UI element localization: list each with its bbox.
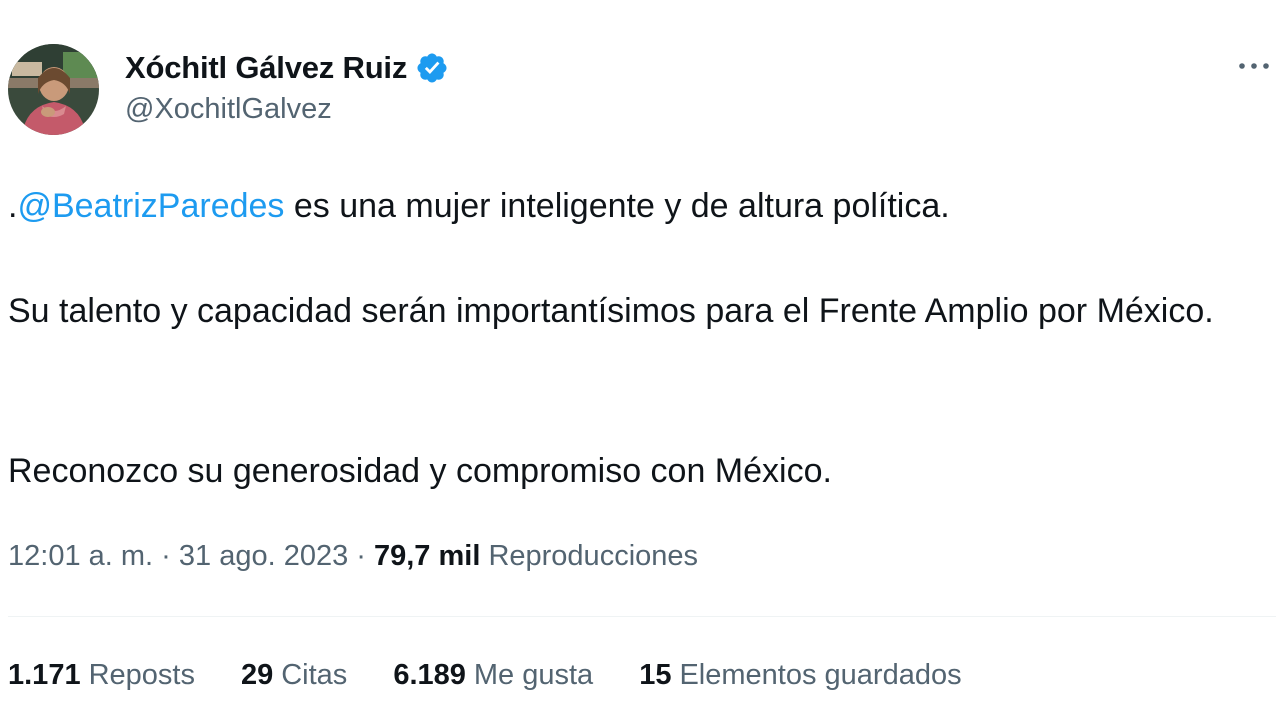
divider <box>8 616 1276 617</box>
quotes-label: Citas <box>281 659 348 691</box>
verified-badge-icon[interactable] <box>415 51 449 85</box>
tweet-paragraph-3: Reconozco su generosidad y compromiso co… <box>8 452 832 490</box>
tweet-line1-text: es una mujer inteligente y de altura pol… <box>284 187 950 225</box>
more-options-icon <box>1239 63 1269 69</box>
mention-link[interactable]: @BeatrizParedes <box>17 187 284 225</box>
bookmarks-stat[interactable]: 15 Elementos guardados <box>639 655 961 695</box>
likes-label: Me gusta <box>473 659 594 691</box>
meta-separator: · <box>348 540 374 572</box>
reposts-stat[interactable]: 1.171 Reposts <box>8 655 195 695</box>
quotes-stat[interactable]: 29 Citas <box>241 655 347 695</box>
tweet-paragraph-1: .@BeatrizParedes es una mujer inteligent… <box>8 180 950 233</box>
author-avatar[interactable] <box>8 44 99 135</box>
author-name-row: Xóchitl Gálvez Ruiz <box>125 48 449 88</box>
bookmarks-label: Elementos guardados <box>679 659 962 691</box>
bookmarks-count: 15 <box>639 659 672 691</box>
tweet-paragraph-2: Su talento y capacidad serán importantís… <box>8 292 1214 330</box>
quotes-count: 29 <box>240 659 274 691</box>
reposts-label: Reposts <box>88 659 195 691</box>
tweet-meta: 12:01 a. m. · 31 ago. 2023 · 79,7 mil Re… <box>8 536 698 576</box>
reposts-count: 1.171 <box>8 659 81 691</box>
more-options-button[interactable] <box>1232 48 1276 84</box>
tweet-date[interactable]: 31 ago. 2023 <box>179 540 348 572</box>
views-count: 79,7 mil <box>373 540 481 572</box>
tweet-time[interactable]: 12:01 a. m. <box>8 540 153 572</box>
author-handle[interactable]: @XochitlGalvez <box>125 93 332 126</box>
engagement-stats: 1.171 Reposts 29 Citas 6.189 Me gusta 15… <box>8 655 1008 695</box>
likes-count: 6.189 <box>393 659 466 691</box>
views-label: Reproducciones <box>480 540 699 572</box>
tweet: Xóchitl Gálvez Ruiz @XochitlGalvez .@Bea… <box>0 0 1280 720</box>
profile-photo-icon <box>8 44 99 135</box>
likes-stat[interactable]: 6.189 Me gusta <box>393 655 593 695</box>
meta-separator: · <box>153 540 179 572</box>
author-display-name[interactable]: Xóchitl Gálvez Ruiz <box>125 50 407 86</box>
